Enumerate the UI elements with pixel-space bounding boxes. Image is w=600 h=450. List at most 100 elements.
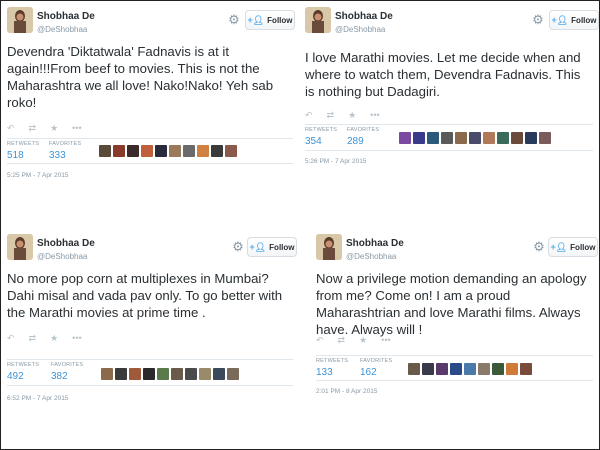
favoriter-avatar[interactable]	[211, 145, 223, 157]
tweet-actions: ↶ ⇄ ★ •••	[305, 110, 380, 120]
favoriter-avatar[interactable]	[155, 145, 167, 157]
favoriter-avatar[interactable]	[197, 145, 209, 157]
favoriter-avatar[interactable]	[99, 145, 111, 157]
reply-icon[interactable]: ↶	[305, 110, 313, 120]
gear-icon[interactable]: ⚙	[227, 13, 241, 27]
favoriter-avatar[interactable]	[101, 368, 113, 380]
more-icon[interactable]: •••	[381, 335, 390, 345]
follow-button[interactable]: +👤︎ Follow	[548, 237, 598, 257]
favoriter-avatar[interactable]	[483, 132, 495, 144]
favorites-stat[interactable]: FAVORITES 289	[347, 127, 379, 147]
favorites-count: 289	[347, 136, 364, 147]
favoriter-avatar[interactable]	[141, 145, 153, 157]
tweet-timestamp[interactable]: 6:52 PM - 7 Apr 2015	[7, 395, 68, 402]
reply-icon[interactable]: ↶	[316, 335, 324, 345]
favoriter-avatar[interactable]	[129, 368, 141, 380]
retweet-icon[interactable]: ⇄	[338, 335, 346, 345]
retweets-stat[interactable]: RETWEETS 518	[7, 141, 39, 161]
avatar[interactable]	[7, 7, 33, 33]
gear-icon[interactable]: ⚙	[532, 240, 546, 254]
favoriter-avatar[interactable]	[511, 132, 523, 144]
retweet-icon[interactable]: ⇄	[29, 333, 37, 343]
favoriter-avatar[interactable]	[169, 145, 181, 157]
more-icon[interactable]: •••	[72, 123, 81, 133]
favoriter-avatars	[399, 132, 551, 144]
favoriter-avatar[interactable]	[422, 363, 434, 375]
favorite-icon[interactable]: ★	[50, 333, 58, 343]
tweet-timestamp[interactable]: 2:01 PM - 8 Apr 2015	[316, 388, 377, 395]
gear-icon[interactable]: ⚙	[531, 13, 545, 27]
follow-label: Follow	[267, 15, 293, 25]
retweets-stat[interactable]: RETWEETS 354	[305, 127, 337, 147]
favoriter-avatar[interactable]	[506, 363, 518, 375]
retweets-stat[interactable]: RETWEETS 133	[316, 358, 348, 378]
favoriter-avatar[interactable]	[492, 363, 504, 375]
tweet-card: Shobhaa De @DeShobhaa ⚙ +👤︎ Follow Deven…	[1, 1, 299, 206]
favoriter-avatar[interactable]	[225, 145, 237, 157]
more-icon[interactable]: •••	[370, 110, 379, 120]
favoriter-avatar[interactable]	[478, 363, 490, 375]
retweets-count: 133	[316, 367, 333, 378]
avatar[interactable]	[316, 234, 342, 260]
favoriter-avatar[interactable]	[469, 132, 481, 144]
favoriter-avatar[interactable]	[408, 363, 420, 375]
favoriter-avatar[interactable]	[455, 132, 467, 144]
retweets-count: 492	[7, 371, 24, 382]
favoriter-avatar[interactable]	[171, 368, 183, 380]
favorites-stat[interactable]: FAVORITES 382	[51, 362, 83, 382]
favoriter-avatar[interactable]	[227, 368, 239, 380]
favorites-stat[interactable]: FAVORITES 333	[49, 141, 81, 161]
favoriter-avatar[interactable]	[436, 363, 448, 375]
favoriter-avatar[interactable]	[497, 132, 509, 144]
favoriter-avatar[interactable]	[441, 132, 453, 144]
reply-icon[interactable]: ↶	[7, 333, 15, 343]
avatar[interactable]	[305, 7, 331, 33]
favoriter-avatar[interactable]	[157, 368, 169, 380]
more-icon[interactable]: •••	[72, 333, 81, 343]
favoriter-avatar[interactable]	[464, 363, 476, 375]
retweets-stat[interactable]: RETWEETS 492	[7, 362, 39, 382]
tweet-timestamp[interactable]: 5:25 PM - 7 Apr 2015	[7, 172, 68, 179]
tweet-card: Shobhaa De @DeShobhaa ⚙ +👤︎ Follow No mo…	[1, 228, 299, 416]
tweet-actions: ↶ ⇄ ★ •••	[7, 123, 82, 133]
favoriter-avatar[interactable]	[450, 363, 462, 375]
follow-button[interactable]: +👤︎ Follow	[247, 237, 297, 257]
favoriter-avatar[interactable]	[115, 368, 127, 380]
follow-button[interactable]: +👤︎ Follow	[245, 10, 295, 30]
favoriter-avatar[interactable]	[413, 132, 425, 144]
tweet-timestamp[interactable]: 5:26 PM - 7 Apr 2015	[305, 158, 366, 165]
user-handle[interactable]: @DeShobhaa	[346, 252, 396, 261]
favoriter-avatar[interactable]	[520, 363, 532, 375]
favoriter-avatar[interactable]	[213, 368, 225, 380]
retweet-icon[interactable]: ⇄	[29, 123, 37, 133]
display-name[interactable]: Shobhaa De	[335, 11, 393, 22]
favoriter-avatar[interactable]	[199, 368, 211, 380]
user-handle[interactable]: @DeShobhaa	[335, 25, 385, 34]
favoriter-avatar[interactable]	[185, 368, 197, 380]
retweet-icon[interactable]: ⇄	[327, 110, 335, 120]
user-handle[interactable]: @DeShobhaa	[37, 25, 87, 34]
favorite-icon[interactable]: ★	[359, 335, 367, 345]
favoriter-avatar[interactable]	[525, 132, 537, 144]
favorite-icon[interactable]: ★	[348, 110, 356, 120]
favoriter-avatar[interactable]	[427, 132, 439, 144]
favoriter-avatar[interactable]	[127, 145, 139, 157]
user-handle[interactable]: @DeShobhaa	[37, 252, 87, 261]
avatar[interactable]	[7, 234, 33, 260]
gear-icon[interactable]: ⚙	[231, 240, 245, 254]
follow-button[interactable]: +👤︎ Follow	[549, 10, 599, 30]
favoriter-avatar[interactable]	[183, 145, 195, 157]
favoriter-avatar[interactable]	[143, 368, 155, 380]
favorite-icon[interactable]: ★	[50, 123, 58, 133]
favoriter-avatar[interactable]	[113, 145, 125, 157]
display-name[interactable]: Shobhaa De	[37, 11, 95, 22]
favoriter-avatars	[408, 363, 532, 375]
display-name[interactable]: Shobhaa De	[346, 238, 404, 249]
favoriter-avatar[interactable]	[399, 132, 411, 144]
display-name[interactable]: Shobhaa De	[37, 238, 95, 249]
reply-icon[interactable]: ↶	[7, 123, 15, 133]
favorites-count: 382	[51, 371, 68, 382]
divider	[305, 150, 593, 151]
favoriter-avatar[interactable]	[539, 132, 551, 144]
favorites-stat[interactable]: FAVORITES 162	[360, 358, 392, 378]
